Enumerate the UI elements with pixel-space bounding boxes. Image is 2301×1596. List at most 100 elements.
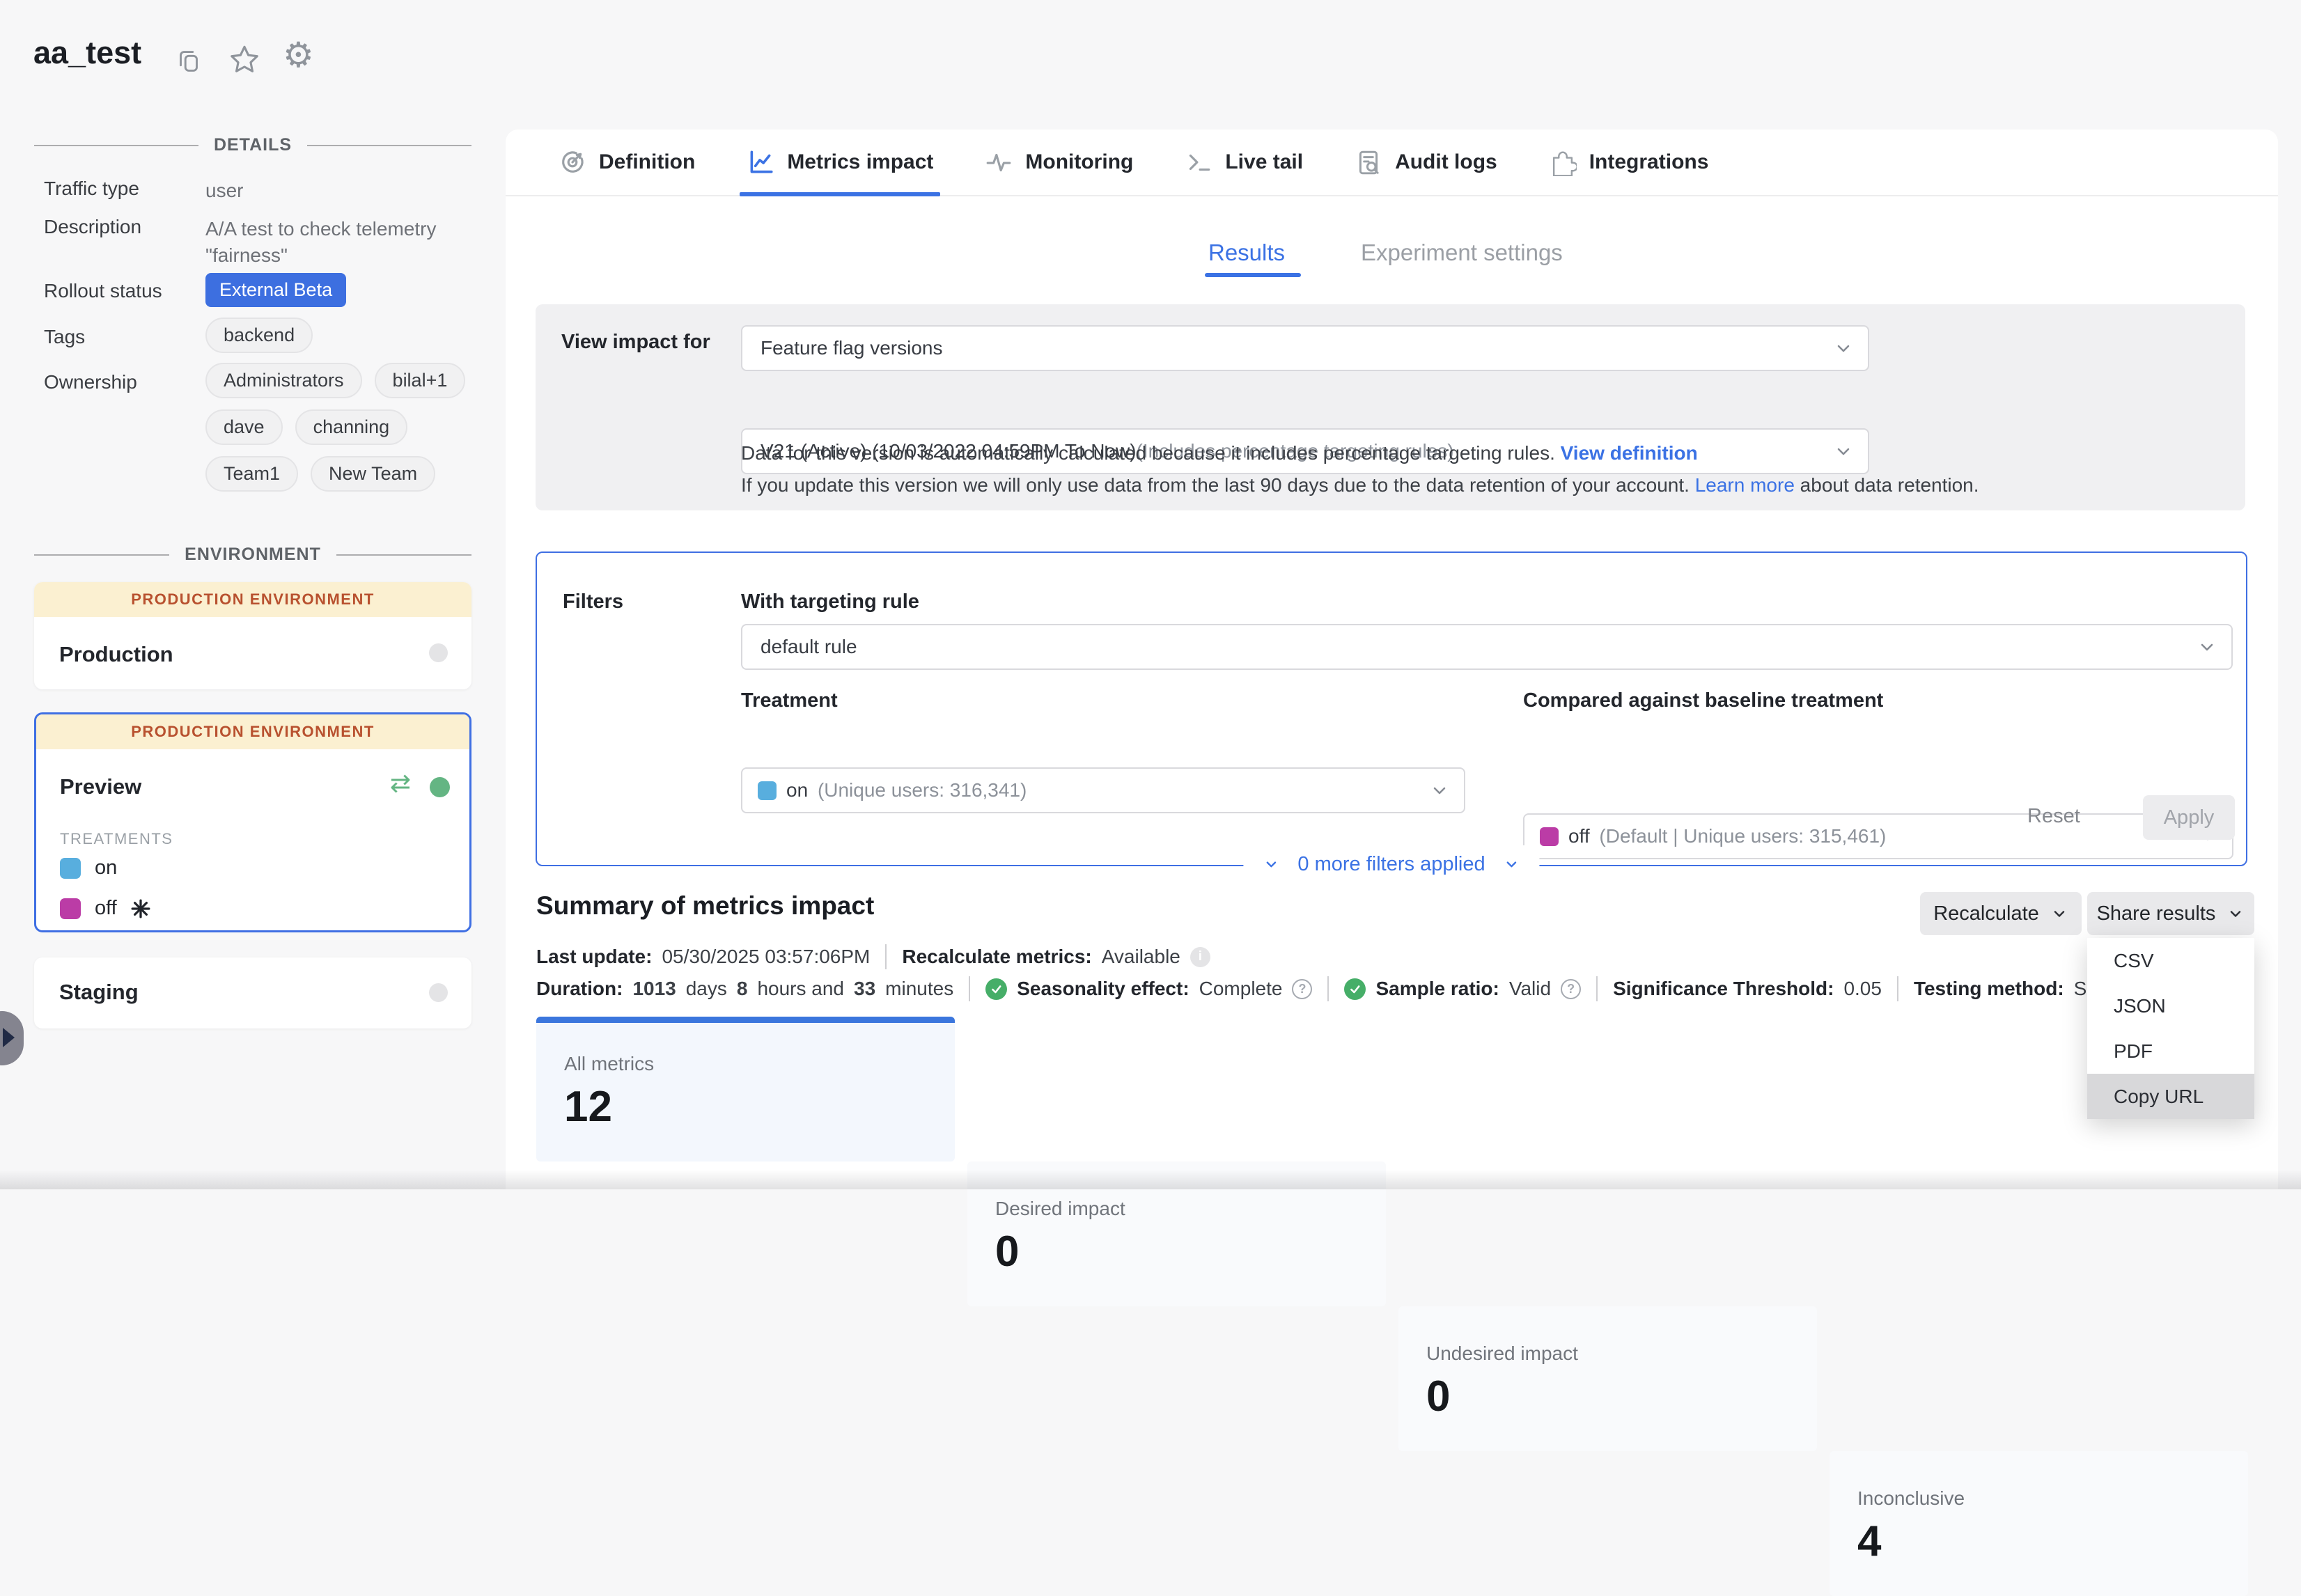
metric-card-undesired-impact[interactable]: Undesired impact 0 bbox=[1398, 1306, 1817, 1451]
production-env-banner: PRODUCTION ENVIRONMENT bbox=[34, 582, 471, 617]
seasonality-label: Seasonality effect: bbox=[1017, 978, 1189, 1000]
treatments-label: TREATMENTS bbox=[60, 830, 173, 848]
impact-type-value: Feature flag versions bbox=[760, 337, 942, 359]
tab-metrics-impact[interactable]: Metrics impact bbox=[747, 130, 933, 195]
treatment-color-on bbox=[758, 781, 777, 800]
info-icon[interactable]: i bbox=[1190, 947, 1210, 967]
menu-item-copy-url[interactable]: Copy URL bbox=[2087, 1074, 2254, 1119]
baseline-select-note: (Default | Unique users: 315,461) bbox=[1599, 825, 1886, 847]
metric-card-value: 0 bbox=[1426, 1372, 1450, 1421]
tab-live-tail[interactable]: Live tail bbox=[1185, 130, 1303, 195]
status-dot-green bbox=[430, 777, 450, 797]
more-filters-label: 0 more filters applied bbox=[1297, 853, 1485, 876]
impact-type-select[interactable]: Feature flag versions bbox=[741, 325, 1869, 371]
environment-card-staging[interactable]: Staging bbox=[34, 957, 471, 1028]
menu-item-csv[interactable]: CSV bbox=[2087, 938, 2254, 983]
separator bbox=[1897, 976, 1898, 1001]
menu-item-pdf[interactable]: PDF bbox=[2087, 1028, 2254, 1074]
help-icon[interactable]: ? bbox=[1292, 979, 1312, 999]
owner-pill[interactable]: bilal+1 bbox=[375, 363, 466, 398]
treatment-row: on bbox=[60, 856, 117, 879]
treatment-color-off bbox=[60, 898, 81, 919]
version-note-line1: Data for this version is automatically c… bbox=[741, 442, 1698, 464]
details-section-label: DETAILS bbox=[214, 135, 292, 155]
subtab-results[interactable]: Results bbox=[1208, 240, 1285, 266]
rollout-status-badge: External Beta bbox=[205, 273, 346, 307]
share-results-label: Share results bbox=[2097, 902, 2216, 925]
tab-monitoring[interactable]: Monitoring bbox=[985, 130, 1133, 195]
owner-pill[interactable]: New Team bbox=[311, 456, 435, 492]
last-update-value: 05/30/2025 03:57:06PM bbox=[662, 946, 870, 968]
chevron-down-icon bbox=[1504, 856, 1520, 873]
sidebar-collapse-handle[interactable] bbox=[0, 1011, 24, 1065]
treatment-on-label: on bbox=[95, 856, 117, 879]
owner-pill[interactable]: channing bbox=[295, 409, 408, 445]
owner-pill[interactable]: Team1 bbox=[205, 456, 298, 492]
chevron-down-icon bbox=[2226, 905, 2245, 923]
view-definition-link[interactable]: View definition bbox=[1561, 442, 1698, 464]
recalculate-button[interactable]: Recalculate bbox=[1920, 892, 2082, 935]
environment-name: Production bbox=[59, 642, 173, 667]
treatment-color-on bbox=[60, 858, 81, 879]
description-value: A/A test to check telemetry "fairness" bbox=[205, 216, 484, 269]
metric-card-label: Inconclusive bbox=[1857, 1487, 1965, 1510]
metric-card-label: Desired impact bbox=[995, 1198, 1125, 1220]
metric-card-all-metrics[interactable]: All metrics 12 bbox=[536, 1017, 955, 1161]
treatment-color-off bbox=[1540, 827, 1559, 846]
ownership-label: Ownership bbox=[44, 371, 137, 393]
document-search-icon bbox=[1355, 148, 1382, 176]
line2-text: If you update this version we will only … bbox=[741, 474, 1695, 496]
tab-audit-logs[interactable]: Audit logs bbox=[1355, 130, 1497, 195]
metric-card-label: All metrics bbox=[564, 1053, 654, 1075]
line2-tail: about data retention. bbox=[1795, 474, 1979, 496]
separator bbox=[1596, 976, 1598, 1001]
version-note-line2: If you update this version we will only … bbox=[741, 474, 1979, 496]
apply-button[interactable]: Apply bbox=[2143, 795, 2235, 840]
environment-card-preview[interactable]: PRODUCTION ENVIRONMENT Preview ⇄ TREATME… bbox=[34, 712, 471, 932]
traffic-type-value: user bbox=[205, 178, 243, 204]
treatment-select[interactable]: on (Unique users: 316,341) bbox=[741, 767, 1465, 813]
chevron-down-icon bbox=[2197, 636, 2217, 657]
environment-name: Staging bbox=[59, 980, 139, 1005]
description-label: Description bbox=[44, 216, 141, 238]
duration-label: Duration: bbox=[536, 978, 623, 1000]
bottom-scroll-shadow bbox=[0, 1170, 2301, 1189]
baseline-select-value: off bbox=[1568, 825, 1595, 847]
tab-integrations[interactable]: Integrations bbox=[1549, 130, 1709, 195]
chevron-down-icon bbox=[1263, 856, 1279, 873]
baseline-select[interactable]: off (Default | Unique users: 315,461) bbox=[1523, 813, 2233, 859]
owner-pill[interactable]: dave bbox=[205, 409, 283, 445]
tab-label: Definition bbox=[599, 150, 695, 174]
selected-card-bar bbox=[536, 1017, 955, 1023]
seasonality-value: Complete bbox=[1199, 978, 1283, 1000]
targeting-rule-value: default rule bbox=[760, 636, 857, 658]
menu-item-json[interactable]: JSON bbox=[2087, 983, 2254, 1028]
learn-more-link[interactable]: Learn more bbox=[1695, 474, 1795, 496]
treatment-row: off bbox=[60, 897, 150, 920]
subtab-experiment-settings[interactable]: Experiment settings bbox=[1361, 240, 1563, 266]
tab-definition[interactable]: Definition bbox=[559, 130, 695, 195]
chevron-right-icon bbox=[3, 1028, 15, 1047]
puzzle-icon bbox=[1549, 148, 1577, 176]
help-icon[interactable]: ? bbox=[1561, 979, 1581, 999]
baseline-label: Compared against baseline treatment bbox=[1523, 689, 1883, 712]
view-impact-label: View impact for bbox=[561, 331, 710, 354]
view-impact-panel: View impact for Feature flag versions V2… bbox=[536, 304, 2245, 510]
tag-pill[interactable]: backend bbox=[205, 318, 313, 353]
owner-pill[interactable]: Administrators bbox=[205, 363, 362, 398]
metric-card-inconclusive[interactable]: Inconclusive 4 bbox=[1830, 1451, 2248, 1596]
more-filters-toggle[interactable]: 0 more filters applied bbox=[1243, 845, 1539, 883]
tab-label: Audit logs bbox=[1395, 150, 1497, 174]
environment-card-production[interactable]: PRODUCTION ENVIRONMENT Production bbox=[34, 582, 471, 689]
tab-label: Monitoring bbox=[1025, 150, 1133, 174]
metric-card-value: 12 bbox=[564, 1082, 612, 1132]
treatment-off-label: off bbox=[95, 897, 117, 920]
treatment-select-value: on bbox=[786, 779, 813, 801]
line-chart-icon bbox=[747, 148, 774, 176]
sample-ratio-label: Sample ratio: bbox=[1375, 978, 1499, 1000]
targeting-rule-select[interactable]: default rule bbox=[741, 624, 2233, 670]
details-divider: DETAILS bbox=[34, 135, 471, 155]
reset-button[interactable]: Reset bbox=[2027, 805, 2080, 828]
duration-row: Duration: 1013 days 8 hours and 33 minut… bbox=[536, 976, 2108, 1001]
share-results-button[interactable]: Share results bbox=[2087, 892, 2254, 935]
